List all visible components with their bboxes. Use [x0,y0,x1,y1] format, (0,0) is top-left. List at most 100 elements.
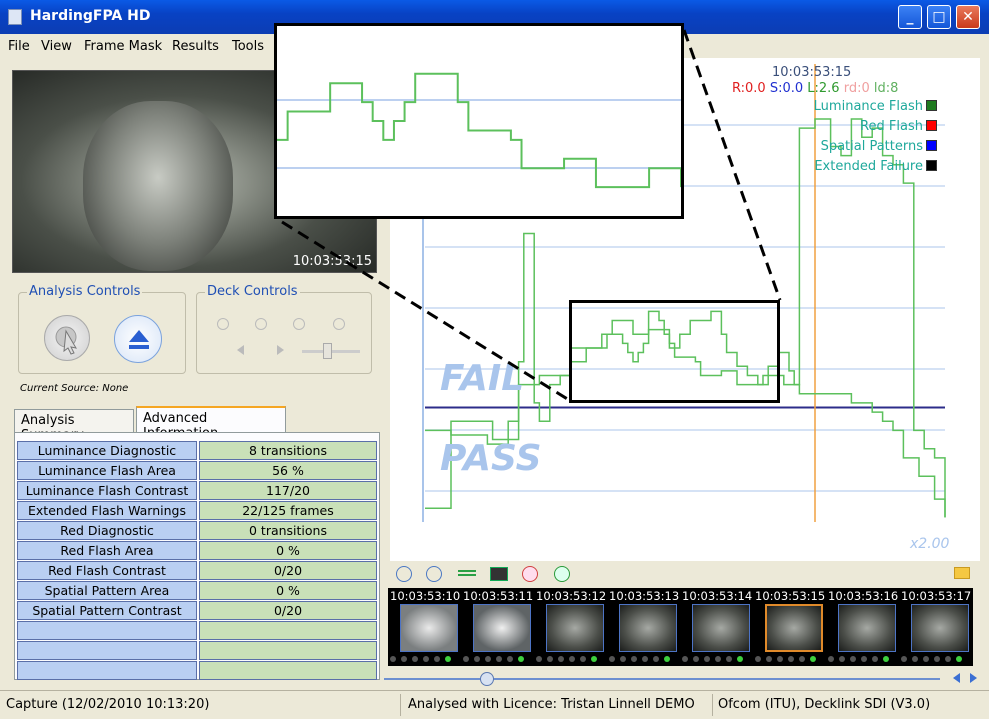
rewind-icon[interactable] [217,318,229,330]
menu-view[interactable]: View [41,39,72,54]
folder-icon[interactable] [954,567,970,579]
info-key: Red Diagnostic [17,521,197,540]
indicator-dot [766,656,772,662]
indicator-dot [390,656,396,662]
frame-thumbnail [911,604,969,652]
status-licence: Analysed with Licence: Tristan Linnell D… [408,697,695,712]
fastforward-icon[interactable] [333,318,345,330]
legend-swatch [926,100,937,111]
window-title: HardingFPA HD [30,8,151,24]
indicator-dot [653,656,659,662]
info-key: Luminance Flash Area [17,461,197,480]
indicator-dot [737,656,743,662]
indicator-dot [591,656,597,662]
menu-results[interactable]: Results [172,39,219,54]
maximize-button[interactable]: □ [927,5,951,29]
indicator-dot [580,656,586,662]
indicator-dot [704,656,710,662]
frame-indicators [682,656,752,664]
analyse-button[interactable] [44,315,90,361]
indicator-dot [861,656,867,662]
info-row: Red Flash Contrast 0/20 [17,561,377,580]
film-frame[interactable]: 10:03:53:12 [534,588,607,666]
close-button[interactable]: ✕ [956,5,980,29]
indicator-dot [799,656,805,662]
readout-s: S:0.0 [769,81,804,96]
stop-deck-icon[interactable] [293,318,305,330]
frame-indicators [609,656,679,664]
indicator-dot [547,656,553,662]
frame-timecode: 10:03:53:13 [609,589,680,603]
filmstrip-icon[interactable] [490,567,508,581]
play-deck-icon[interactable] [255,318,267,330]
video-timecode: 10:03:53:15 [292,254,372,269]
film-frame-selected[interactable]: 10:03:53:15 [753,588,826,666]
zoom-in-icon[interactable] [554,566,570,582]
info-row: Red Flash Area 0 % [17,541,377,560]
indicator-dot [850,656,856,662]
prev-frame-icon[interactable] [237,345,244,355]
indicator-dot [507,656,513,662]
scroll-thumb[interactable] [480,672,494,686]
indicator-dot [755,656,761,662]
status-device: Ofcom (ITU), Decklink SDI (V3.0) [718,697,931,712]
play-icon[interactable] [396,566,412,582]
indicator-dot [934,656,940,662]
legend-swatch [926,120,937,131]
info-row: Spatial Pattern Area 0 % [17,581,377,600]
film-frame[interactable]: 10:03:53:14 [680,588,753,666]
scroll-track [384,678,940,680]
scroll-right-icon[interactable] [970,673,977,683]
menu-frame-mask[interactable]: Frame Mask [84,39,162,54]
stop-icon[interactable] [426,566,442,582]
zoom-inset [274,23,684,219]
indicator-dot [901,656,907,662]
indicator-dot [485,656,491,662]
indicator-dot [518,656,524,662]
film-frame[interactable]: 10:03:53:17 [899,588,972,666]
eject-button[interactable] [114,315,162,363]
indicator-dot [445,656,451,662]
indicator-dot [828,656,834,662]
current-source: Current Source: None [20,383,129,394]
film-frame[interactable]: 10:03:53:13 [607,588,680,666]
info-key: Red Flash Contrast [17,561,197,580]
readout-rd: rd:0 [843,81,870,96]
filmstrip: 10:03:53:10 10:03:53:11 10:03:53:12 10:0… [388,588,973,666]
eject-icon [129,330,149,349]
fit-width-icon[interactable] [458,570,476,576]
frame-indicators [463,656,533,664]
scroll-left-icon[interactable] [953,673,960,683]
info-row: Luminance Flash Area 56 % [17,461,377,480]
frame-indicators [901,656,971,664]
film-frame[interactable]: 10:03:53:11 [461,588,534,666]
menu-tools[interactable]: Tools [232,39,264,54]
timeline-scrollbar[interactable] [384,672,944,686]
next-frame-icon[interactable] [277,345,284,355]
tab-analysis-summary[interactable]: Analysis Summary [14,409,134,443]
zoom-out-icon[interactable] [522,566,538,582]
frame-timecode: 10:03:53:11 [463,589,534,603]
info-row: Luminance Diagnostic 8 transitions [17,441,377,460]
frame-thumbnail [473,604,531,652]
frame-thumbnail [546,604,604,652]
info-key: Spatial Pattern Area [17,581,197,600]
indicator-dot [872,656,878,662]
tab-advanced-information[interactable]: Advanced Information [136,406,286,441]
minimize-button[interactable]: _ [898,5,922,29]
frame-indicators [390,656,460,664]
status-capture: Capture (12/02/2010 10:13:20) [6,697,210,712]
info-key: Extended Flash Warnings [17,501,197,520]
indicator-dot [496,656,502,662]
deck-slider-thumb[interactable] [323,343,332,359]
readout-ld: ld:8 [873,81,899,96]
chart-readout: R:0.0 S:0.0 L:2.6 rd:0 ld:8 [732,81,898,96]
film-frame[interactable]: 10:03:53:10 [388,588,461,666]
legend-label: Red Flash [860,119,923,134]
zoom-inset-plot [277,72,682,189]
status-bar: Capture (12/02/2010 10:13:20) Analysed w… [0,690,989,719]
film-frame[interactable]: 10:03:53:16 [826,588,899,666]
menu-file[interactable]: File [8,39,30,54]
info-key: Luminance Flash Contrast [17,481,197,500]
zoom-source-box [569,300,780,403]
